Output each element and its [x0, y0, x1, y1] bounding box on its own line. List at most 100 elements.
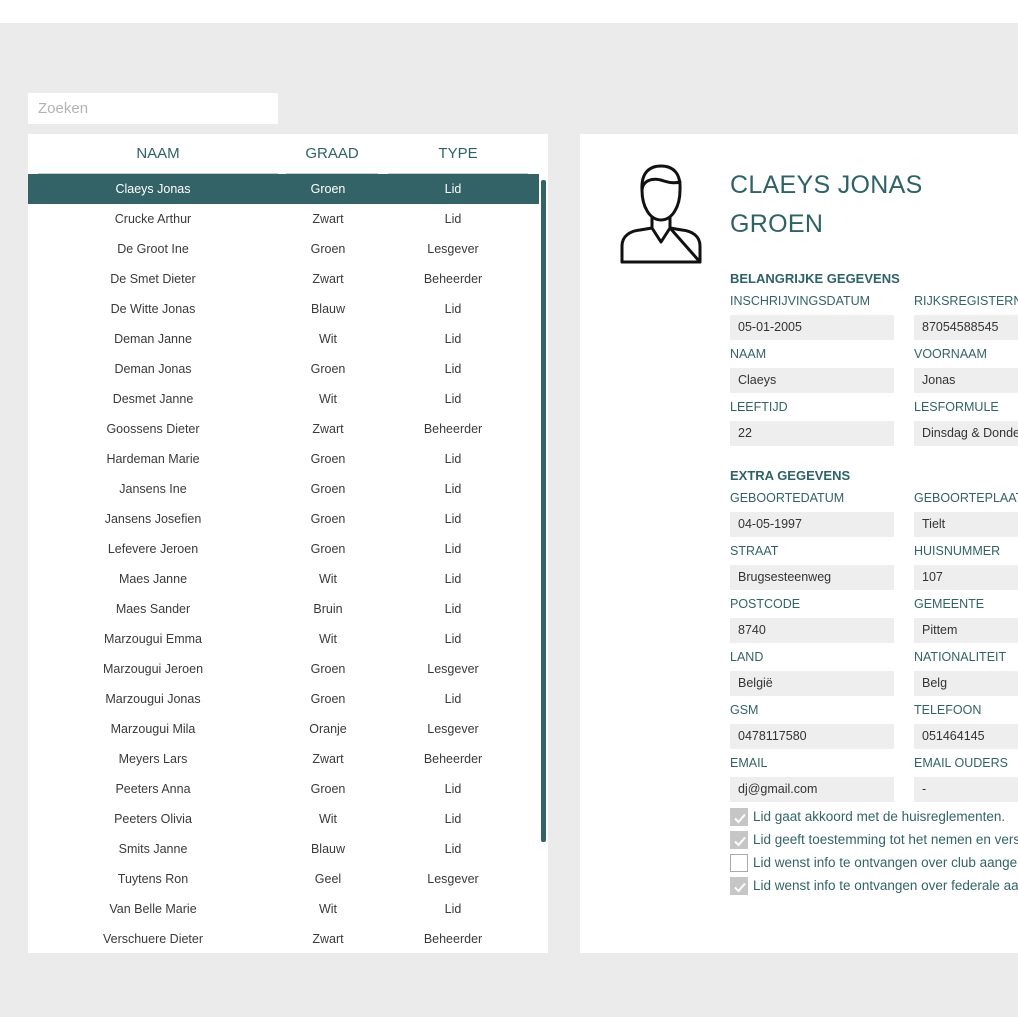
table-row[interactable]: De Groot Ine Groen Lesgever	[28, 234, 539, 264]
cell-naam: Crucke Arthur	[114, 212, 192, 226]
cell-type: Lid	[444, 542, 462, 556]
field-voornaam[interactable]: Jonas	[914, 368, 1018, 393]
table-row[interactable]: Lefevere Jeroen Groen Lid	[28, 534, 539, 564]
cell-naam: Jansens Josefien	[104, 512, 202, 526]
list-header: NAAM GRAAD TYPE	[28, 134, 548, 174]
field-email[interactable]: dj@gmail.com	[730, 777, 894, 802]
cell-type: Lid	[444, 842, 462, 856]
cell-naam: Tuytens Ron	[117, 872, 189, 886]
field-gsm[interactable]: 0478117580	[730, 724, 894, 749]
table-row[interactable]: Hardeman Marie Groen Lid	[28, 444, 539, 474]
field-gemeente[interactable]: Pittem	[914, 618, 1018, 643]
cell-naam: Hardeman Marie	[106, 452, 200, 466]
table-row[interactable]: Marzougui Emma Wit Lid	[28, 624, 539, 654]
cell-naam: Deman Janne	[114, 332, 192, 346]
table-row[interactable]: De Smet Dieter Zwart Beheerder	[28, 264, 539, 294]
field-lesformule[interactable]: Dinsdag & Donde	[914, 421, 1018, 446]
cell-type: Beheerder	[423, 272, 483, 286]
label-postcode: POSTCODE	[730, 597, 801, 611]
table-row[interactable]: Van Belle Marie Wit Lid	[28, 894, 539, 924]
list-scrollbar[interactable]	[541, 180, 546, 842]
cell-naam: De Groot Ine	[117, 242, 189, 256]
table-row[interactable]: Peeters Anna Groen Lid	[28, 774, 539, 804]
cell-naam: Van Belle Marie	[109, 902, 197, 916]
field-telefoon[interactable]: 051464145	[914, 724, 1018, 749]
cell-graad: Groen	[310, 692, 346, 706]
table-row[interactable]: Desmet Janne Wit Lid	[28, 384, 539, 414]
table-row[interactable]: Crucke Arthur Zwart Lid	[28, 204, 539, 234]
table-row[interactable]: Deman Jonas Groen Lid	[28, 354, 539, 384]
cell-type: Lid	[444, 812, 462, 826]
column-header-naam[interactable]: NAAM	[38, 134, 278, 174]
cell-type: Lid	[444, 512, 462, 526]
field-nationaliteit[interactable]: Belg	[914, 671, 1018, 696]
cell-type: Beheerder	[423, 752, 483, 766]
checkbox[interactable]	[730, 877, 748, 895]
column-header-type[interactable]: TYPE	[388, 134, 528, 174]
cell-graad: Groen	[310, 182, 346, 196]
table-row[interactable]: Tuytens Ron Geel Lesgever	[28, 864, 539, 894]
cell-graad: Blauw	[310, 302, 346, 316]
cell-type: Lid	[444, 572, 462, 586]
cell-graad: Blauw	[310, 842, 346, 856]
table-row[interactable]: Peeters Olivia Wit Lid	[28, 804, 539, 834]
label-huisnummer: HUISNUMMER	[914, 544, 1001, 558]
table-row[interactable]: Claeys Jonas Groen Lid	[28, 174, 539, 204]
cell-graad: Wit	[318, 812, 338, 826]
field-inschrijvingsdatum[interactable]: 05-01-2005	[730, 315, 894, 340]
field-geboortedatum[interactable]: 04-05-1997	[730, 512, 894, 537]
cell-naam: Marzougui Jonas	[105, 692, 201, 706]
table-row[interactable]: Jansens Ine Groen Lid	[28, 474, 539, 504]
field-naam[interactable]: Claeys	[730, 368, 894, 393]
table-row[interactable]: Marzougui Mila Oranje Lesgever	[28, 714, 539, 744]
field-postcode[interactable]: 8740	[730, 618, 894, 643]
label-inschrijvingsdatum: INSCHRIJVINGSDATUM	[730, 294, 871, 308]
table-row[interactable]: Marzougui Jeroen Groen Lesgever	[28, 654, 539, 684]
field-rijksregisternummer[interactable]: 87054588545	[914, 315, 1018, 340]
field-land[interactable]: België	[730, 671, 894, 696]
label-lesformule: LESFORMULE	[914, 400, 999, 414]
table-row[interactable]: Meyers Lars Zwart Beheerder	[28, 744, 539, 774]
table-row[interactable]: Goossens Dieter Zwart Beheerder	[28, 414, 539, 444]
checkmark-icon	[734, 836, 746, 847]
label-nationaliteit: NATIONALITEIT	[914, 650, 1007, 664]
search-input[interactable]	[28, 93, 278, 124]
table-row[interactable]: Marzougui Jonas Groen Lid	[28, 684, 539, 714]
field-leeftijd[interactable]: 22	[730, 421, 894, 446]
field-straat[interactable]: Brugsesteenweg	[730, 565, 894, 590]
table-row[interactable]: Verschuere Dieter Zwart Beheerder	[28, 924, 539, 953]
label-naam: NAAM	[730, 347, 767, 361]
checkbox-label: Lid geeft toestemming tot het nemen en v…	[753, 832, 1018, 847]
cell-graad: Groen	[310, 242, 346, 256]
label-rijksregisternummer: RIJKSREGISTERNU	[914, 294, 1018, 308]
label-voornaam: VOORNAAM	[914, 347, 987, 361]
table-row[interactable]: Maes Janne Wit Lid	[28, 564, 539, 594]
label-gemeente: GEMEENTE	[914, 597, 985, 611]
cell-graad: Groen	[310, 782, 346, 796]
table-row[interactable]: De Witte Jonas Blauw Lid	[28, 294, 539, 324]
cell-type: Beheerder	[423, 932, 483, 946]
cell-naam: Maes Sander	[115, 602, 191, 616]
table-row[interactable]: Maes Sander Bruin Lid	[28, 594, 539, 624]
section-title-belangrijke: BELANGRIJKE GEGEVENS	[730, 271, 900, 286]
cell-graad: Zwart	[312, 932, 344, 946]
cell-type: Lid	[444, 302, 462, 316]
member-grade: GROEN	[730, 210, 824, 238]
table-row[interactable]: Deman Janne Wit Lid	[28, 324, 539, 354]
checkbox[interactable]	[730, 831, 748, 849]
cell-type: Lesgever	[427, 662, 479, 676]
table-row[interactable]: Smits Janne Blauw Lid	[28, 834, 539, 864]
cell-type: Lid	[444, 482, 462, 496]
checkbox[interactable]	[730, 854, 748, 872]
field-email-ouders[interactable]: -	[914, 777, 1018, 802]
cell-naam: Peeters Olivia	[114, 812, 192, 826]
cell-type: Lid	[444, 782, 462, 796]
cell-graad: Zwart	[312, 212, 344, 226]
checkbox[interactable]	[730, 808, 748, 826]
table-row[interactable]: Jansens Josefien Groen Lid	[28, 504, 539, 534]
cell-graad: Groen	[310, 542, 346, 556]
field-geboorteplaats[interactable]: Tielt	[914, 512, 1018, 537]
field-huisnummer[interactable]: 107	[914, 565, 1018, 590]
cell-graad: Oranje	[309, 722, 347, 736]
column-header-graad[interactable]: GRAAD	[286, 134, 378, 174]
